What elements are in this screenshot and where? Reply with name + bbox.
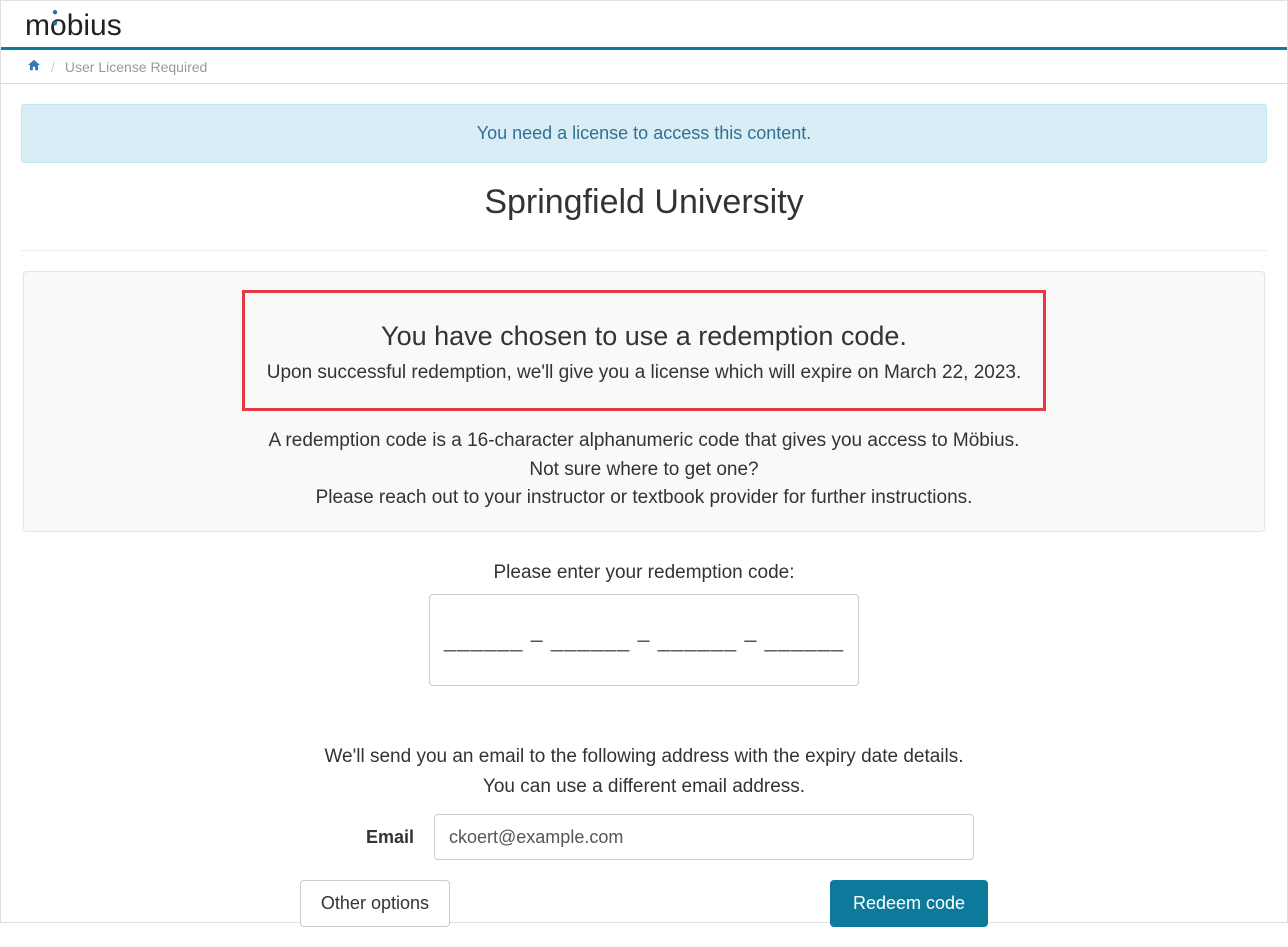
- code-label: Please enter your redemption code:: [21, 562, 1267, 584]
- info-panel: You have chosen to use a redemption code…: [23, 271, 1265, 532]
- alert-text: You need a license to access this conten…: [477, 123, 812, 143]
- email-row: Email: [21, 814, 1267, 860]
- code-form: Please enter your redemption code:: [21, 562, 1267, 686]
- divider: [21, 250, 1267, 251]
- email-label: Email: [314, 827, 414, 848]
- email-info-1: We'll send you an email to the following…: [21, 742, 1267, 772]
- breadcrumb-separator: /: [51, 59, 55, 75]
- help-line-2: Not sure where to get one?: [42, 456, 1246, 485]
- other-options-button[interactable]: Other options: [300, 880, 450, 927]
- email-input[interactable]: [434, 814, 974, 860]
- main-content: You need a license to access this conten…: [1, 84, 1287, 947]
- redeem-code-button[interactable]: Redeem code: [830, 880, 988, 927]
- button-row: Other options Redeem code: [21, 880, 1267, 927]
- highlight-heading: You have chosen to use a redemption code…: [265, 321, 1023, 352]
- redemption-highlight: You have chosen to use a redemption code…: [242, 290, 1046, 411]
- breadcrumb-current: User License Required: [65, 59, 207, 75]
- header: mo● ●bius: [1, 1, 1287, 50]
- help-line-1: A redemption code is a 16-character alph…: [42, 427, 1246, 456]
- breadcrumb: / User License Required: [1, 50, 1287, 84]
- logo: mo● ●bius: [25, 9, 1263, 43]
- page-title: Springfield University: [21, 183, 1267, 222]
- help-line-3: Please reach out to your instructor or t…: [42, 484, 1246, 513]
- email-section: We'll send you an email to the following…: [21, 742, 1267, 928]
- highlight-subtext: Upon successful redemption, we'll give y…: [265, 362, 1023, 384]
- license-alert: You need a license to access this conten…: [21, 104, 1267, 163]
- redemption-code-input[interactable]: [429, 594, 859, 686]
- home-icon[interactable]: [27, 58, 41, 75]
- email-info-2: You can use a different email address.: [21, 772, 1267, 802]
- help-text: A redemption code is a 16-character alph…: [42, 427, 1246, 513]
